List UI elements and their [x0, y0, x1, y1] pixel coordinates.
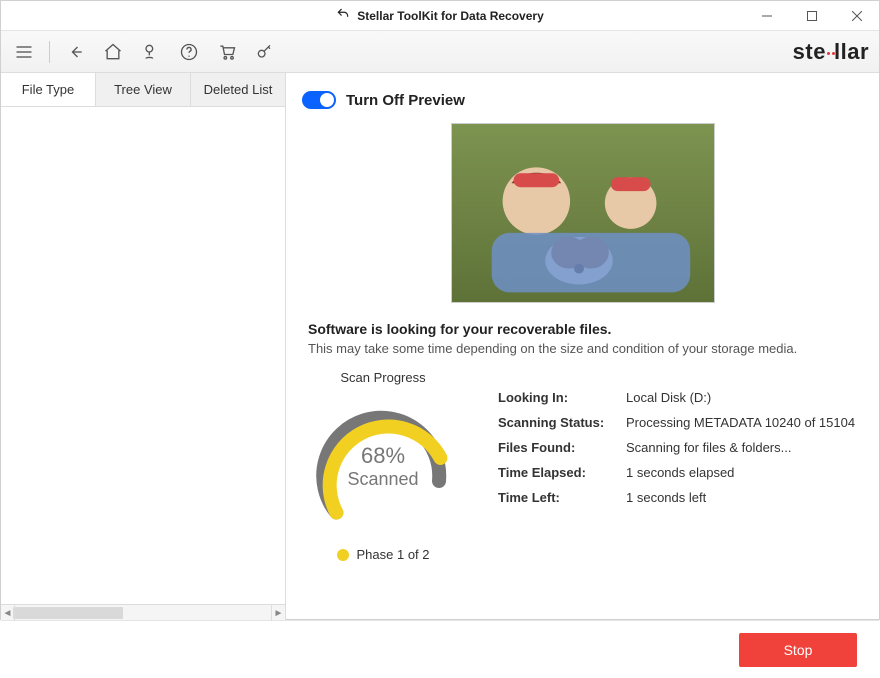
toolbar-separator	[49, 41, 50, 63]
scroll-thumb[interactable]	[13, 607, 123, 619]
back-button[interactable]	[62, 39, 88, 65]
preview-toggle-label: Turn Off Preview	[346, 92, 465, 109]
progress-caption: Scan Progress	[340, 370, 425, 385]
info-value: 1 seconds elapsed	[626, 465, 734, 480]
info-key: Time Left:	[498, 490, 618, 505]
progress-percent: 68%	[361, 443, 405, 469]
info-key: Files Found:	[498, 440, 618, 455]
window-title: Stellar ToolKit for Data Recovery	[357, 9, 544, 23]
brand-text-post: ar	[847, 39, 869, 65]
home-button[interactable]	[100, 39, 126, 65]
cart-button[interactable]	[214, 39, 240, 65]
brand-text-mid: ll	[834, 39, 847, 65]
progress-word: Scanned	[347, 469, 418, 490]
tab-deleted-list[interactable]: Deleted List	[191, 73, 285, 106]
window-controls	[744, 1, 879, 30]
info-key: Time Elapsed:	[498, 465, 618, 480]
info-row-time-elapsed: Time Elapsed: 1 seconds elapsed	[498, 465, 855, 480]
scroll-right-icon[interactable]: ►	[271, 605, 285, 621]
maximize-button[interactable]	[789, 1, 834, 31]
phase-row: Phase 1 of 2	[337, 547, 430, 562]
key-button[interactable]	[252, 39, 278, 65]
phase-bullet-icon	[337, 549, 349, 561]
info-row-files-found: Files Found: Scanning for files & folder…	[498, 440, 855, 455]
window-title-group: Stellar ToolKit for Data Recovery	[336, 7, 544, 24]
sidebar: File Type Tree View Deleted List ◄ ►	[1, 73, 286, 620]
info-row-status: Scanning Status: Processing METADATA 102…	[498, 415, 855, 430]
stop-button[interactable]: Stop	[739, 633, 857, 667]
toolbar: stellar	[1, 31, 879, 73]
preview-toggle[interactable]	[302, 91, 336, 109]
progress-center: 68% Scanned	[308, 391, 458, 541]
help-button[interactable]	[176, 39, 202, 65]
sidebar-tabs: File Type Tree View Deleted List	[1, 73, 285, 107]
footer: Stop	[1, 620, 879, 678]
info-value: Local Disk (D:)	[626, 390, 711, 405]
content: Turn Off Preview	[286, 73, 879, 620]
titlebar: Stellar ToolKit for Data Recovery	[1, 1, 879, 31]
status-heading: Software is looking for your recoverable…	[308, 321, 857, 337]
progress-area: Scan Progress 68% Scanned Phase	[308, 370, 857, 562]
close-button[interactable]	[834, 1, 879, 31]
tab-label: Tree View	[114, 82, 172, 97]
undo-icon	[336, 7, 350, 24]
progress-column: Scan Progress 68% Scanned Phase	[308, 370, 458, 562]
info-row-time-left: Time Left: 1 seconds left	[498, 490, 855, 505]
brand-text-pre: ste	[793, 39, 826, 65]
scroll-left-icon[interactable]: ◄	[1, 605, 15, 621]
info-key: Scanning Status:	[498, 415, 618, 430]
menu-button[interactable]	[11, 39, 37, 65]
main: File Type Tree View Deleted List ◄ ► Tur…	[1, 73, 879, 620]
preview-image	[451, 123, 715, 303]
info-key: Looking In:	[498, 390, 618, 405]
info-value: Scanning for files & folders...	[626, 440, 791, 455]
tab-label: Deleted List	[204, 82, 273, 97]
minimize-button[interactable]	[744, 1, 789, 31]
sidebar-hscrollbar[interactable]: ◄ ►	[1, 604, 285, 620]
status-subheading: This may take some time depending on the…	[308, 341, 857, 356]
progress-ring: 68% Scanned	[308, 391, 458, 541]
sidebar-body	[1, 107, 285, 604]
info-row-looking-in: Looking In: Local Disk (D:)	[498, 390, 855, 405]
tab-label: File Type	[22, 82, 75, 97]
tab-tree-view[interactable]: Tree View	[96, 73, 191, 106]
stop-button-label: Stop	[784, 642, 813, 658]
tab-file-type[interactable]: File Type	[1, 73, 96, 106]
info-value: 1 seconds left	[626, 490, 706, 505]
search-tool-icon[interactable]	[138, 39, 164, 65]
info-value: Processing METADATA 10240 of 15104	[626, 415, 855, 430]
phase-label: Phase 1 of 2	[357, 547, 430, 562]
preview-toggle-row: Turn Off Preview	[302, 91, 857, 109]
scan-info: Looking In: Local Disk (D:) Scanning Sta…	[498, 390, 855, 562]
brand-logo: stellar	[793, 39, 869, 65]
